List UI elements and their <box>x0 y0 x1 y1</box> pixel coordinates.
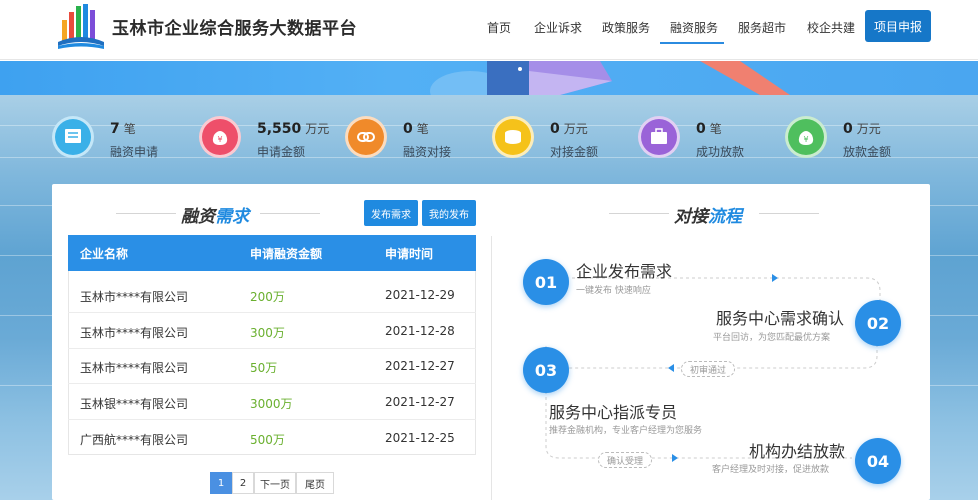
nav-financing[interactable]: 融资服务 <box>670 19 718 36</box>
site-title[interactable]: 玉林市企业综合服务大数据平台 <box>112 14 357 39</box>
date-value: 2021-12-27 <box>385 359 455 373</box>
step-3-desc: 推荐金融机构，专业客户经理为您服务 <box>549 426 703 436</box>
stat-value: 0 <box>403 121 413 137</box>
step-3-title: 服务中心指派专员 <box>549 403 678 422</box>
amount-value: 3000万 <box>250 397 293 411</box>
stat-label: 申请金额 <box>257 145 306 159</box>
stat-value: 0 <box>550 121 560 137</box>
stat-unit: 万元 <box>563 122 588 136</box>
step-1-badge: 01 <box>523 259 569 305</box>
next-page-button[interactable]: 下一页 <box>254 472 296 494</box>
column-date: 申请时间 <box>385 247 434 261</box>
stat-unit: 万元 <box>305 122 330 136</box>
stat-unit: 笔 <box>123 122 136 136</box>
page-2-button[interactable]: 2 <box>232 472 254 494</box>
briefcase-icon <box>638 116 680 158</box>
step-1-title: 企业发布需求 <box>576 262 673 281</box>
company-name: 玉林市****有限公司 <box>80 290 189 304</box>
stat-value: 0 <box>843 121 853 137</box>
table-header: 企业名称 申请融资金额 申请时间 <box>68 235 476 271</box>
step-4-title: 机构办结放款 <box>749 442 846 461</box>
nav-school-enterprise[interactable]: 校企共建 <box>807 19 855 36</box>
table-row[interactable]: 广西航****有限公司 500万 2021-12-25 <box>68 420 476 456</box>
step-3-badge: 03 <box>523 347 569 393</box>
stat-label: 融资对接 <box>403 145 452 159</box>
nav-market[interactable]: 服务超市 <box>738 19 786 36</box>
step-4-badge: 04 <box>855 438 901 484</box>
nav-appeals[interactable]: 企业诉求 <box>534 19 582 36</box>
company-name: 玉林银****有限公司 <box>80 397 189 411</box>
svg-text:¥: ¥ <box>803 135 808 144</box>
coins-icon <box>492 116 534 158</box>
step-2-badge: 02 <box>855 300 901 346</box>
table-row[interactable]: 玉林市****有限公司 200万 2021-12-29 <box>68 277 476 313</box>
review-passed-tag: 初审通过 <box>681 361 736 377</box>
nav-active-indicator <box>660 42 724 44</box>
site-header: 玉林市企业综合服务大数据平台 首页 企业诉求 政策服务 融资服务 服务超市 校企… <box>0 0 978 60</box>
banner-illustration <box>430 61 790 95</box>
nav-home[interactable]: 首页 <box>487 19 511 36</box>
my-publish-button[interactable]: 我的发布 <box>422 200 476 226</box>
step-2-desc: 平台回访，为您匹配最优方案 <box>713 333 831 343</box>
table-row[interactable]: 玉林市****有限公司 300万 2021-12-28 <box>68 313 476 349</box>
stat-unit: 万元 <box>856 122 881 136</box>
demand-section-title: 融资需求 <box>181 207 249 227</box>
stat-label: 成功放款 <box>696 145 745 159</box>
stat-unit: 笔 <box>709 122 722 136</box>
stat-label: 放款金额 <box>843 145 892 159</box>
stat-unit: 笔 <box>416 122 429 136</box>
stat-value: 7 <box>110 121 120 137</box>
column-amount: 申请融资金额 <box>250 247 323 261</box>
link-icon <box>345 116 387 158</box>
company-name: 玉林市****有限公司 <box>80 361 189 375</box>
money-bag-icon: ¥ <box>199 116 241 158</box>
logo-icon[interactable] <box>56 2 106 50</box>
nav-policy[interactable]: 政策服务 <box>602 19 650 36</box>
table-row[interactable]: 玉林银****有限公司 3000万 2021-12-27 <box>68 384 476 420</box>
money-bag-icon: ¥ <box>785 116 827 158</box>
flow-section-title: 对接流程 <box>674 207 742 227</box>
svg-text:¥: ¥ <box>217 135 222 144</box>
table-row[interactable]: 玉林市****有限公司 50万 2021-12-27 <box>68 348 476 384</box>
amount-value: 50万 <box>250 361 278 375</box>
amount-value: 300万 <box>250 326 285 340</box>
date-value: 2021-12-28 <box>385 324 455 338</box>
stat-label: 对接金额 <box>550 145 599 159</box>
company-name: 广西航****有限公司 <box>80 433 189 447</box>
step-1-desc: 一键发布 快速响应 <box>576 286 651 296</box>
stat-value: 5,550 <box>257 121 302 137</box>
company-name: 玉林市****有限公司 <box>80 326 189 340</box>
stat-value: 0 <box>696 121 706 137</box>
date-value: 2021-12-27 <box>385 395 455 409</box>
amount-value: 500万 <box>250 433 285 447</box>
banner <box>0 61 978 95</box>
project-apply-button[interactable]: 项目申报 <box>865 10 931 42</box>
step-2-title: 服务中心需求确认 <box>716 309 845 328</box>
column-company: 企业名称 <box>80 247 129 261</box>
stat-label: 融资申请 <box>110 145 159 159</box>
confirm-accepted-tag: 确认受理 <box>598 452 653 468</box>
date-value: 2021-12-25 <box>385 431 455 445</box>
amount-value: 200万 <box>250 290 285 304</box>
date-value: 2021-12-29 <box>385 288 455 302</box>
last-page-button[interactable]: 尾页 <box>296 472 334 494</box>
document-icon <box>52 116 94 158</box>
publish-demand-button[interactable]: 发布需求 <box>364 200 418 226</box>
page-1-button[interactable]: 1 <box>210 472 232 494</box>
step-4-desc: 客户经理及时对接，促进放款 <box>712 465 830 475</box>
